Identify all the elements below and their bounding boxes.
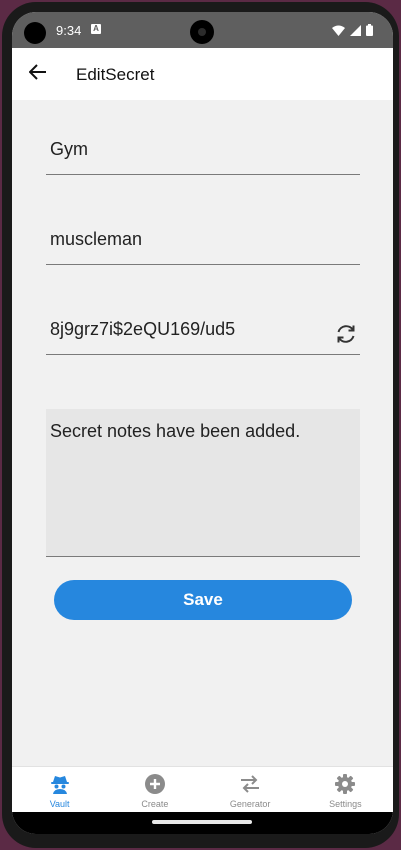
name-field (46, 124, 360, 175)
swap-arrows-icon (239, 773, 261, 795)
page-title: EditSecret (76, 65, 155, 84)
regenerate-password-button[interactable] (334, 322, 358, 346)
password-field (46, 304, 360, 355)
notes-textarea[interactable] (46, 409, 360, 556)
signal-icon (350, 23, 361, 41)
bottom-navigation: Vault Create Generator Settings (12, 766, 393, 813)
status-bar: 9:34 A (12, 12, 393, 48)
status-time: 9:34 (56, 23, 82, 38)
gesture-bar (12, 812, 393, 834)
spy-icon (49, 773, 71, 795)
home-indicator[interactable] (152, 820, 252, 824)
nav-item-vault[interactable]: Vault (12, 767, 107, 813)
nav-label-settings: Settings (329, 799, 362, 809)
name-input[interactable] (46, 124, 360, 174)
arrow-left-icon (28, 63, 47, 85)
notification-icon: A (91, 24, 101, 34)
nav-item-generator[interactable]: Generator (203, 767, 298, 813)
nav-label-vault: Vault (49, 799, 70, 809)
username-input[interactable] (46, 214, 360, 264)
save-button[interactable]: Save (54, 580, 352, 620)
battery-icon (366, 23, 373, 41)
front-camera (190, 20, 214, 44)
screen: 9:34 A EditSecret Gym muscleman 8j9grz7i… (12, 12, 393, 834)
back-button[interactable] (26, 62, 50, 86)
username-field (46, 214, 360, 265)
nav-item-settings[interactable]: Settings (298, 767, 393, 813)
status-icons (332, 23, 373, 41)
camera-cutout (24, 22, 46, 44)
password-input[interactable] (46, 304, 326, 354)
nav-item-create[interactable]: Create (107, 767, 202, 813)
gear-icon (334, 773, 356, 795)
app-bar: EditSecret (12, 48, 393, 100)
refresh-icon (334, 325, 358, 350)
wifi-icon (332, 23, 345, 41)
device-frame: 9:34 A EditSecret Gym muscleman 8j9grz7i… (2, 2, 399, 848)
nav-label-generator: Generator (229, 799, 271, 809)
plus-circle-icon (144, 773, 166, 795)
nav-label-create: Create (141, 799, 169, 809)
notes-field (46, 409, 360, 557)
